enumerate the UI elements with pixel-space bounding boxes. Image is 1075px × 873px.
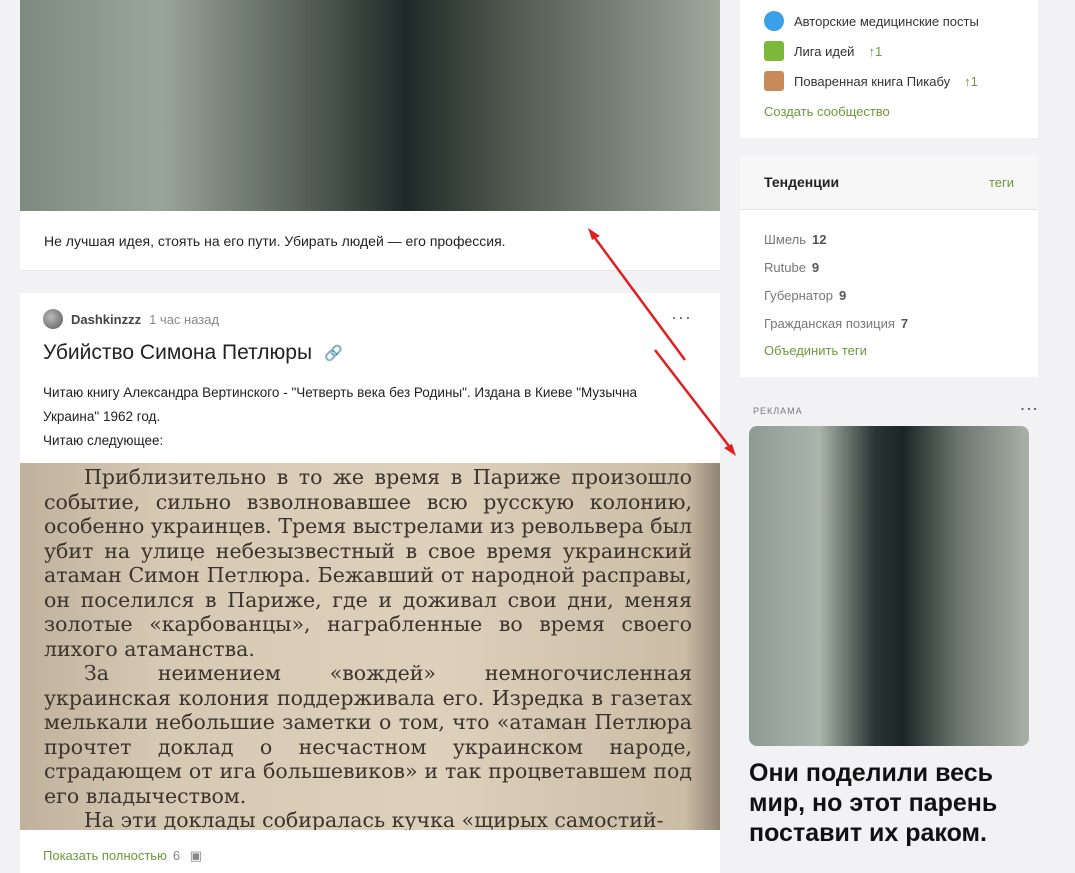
trend-tag[interactable]: Губернатор 9: [764, 288, 846, 303]
tag-count: 7: [900, 316, 909, 331]
photo-count: 6: [172, 848, 181, 863]
author-name[interactable]: Dashkinzzz: [71, 312, 141, 327]
tag-count: 9: [838, 288, 847, 303]
post-author[interactable]: Dashkinzzz 1 час назад: [43, 309, 219, 329]
story-image[interactable]: [20, 0, 720, 211]
trends-title: Тенденции: [764, 174, 840, 190]
more-options-button[interactable]: ···: [671, 307, 692, 328]
community-name[interactable]: Поваренная книга Пикабу: [794, 74, 950, 89]
trend-tag[interactable]: Гражданская позиция 7: [764, 316, 908, 331]
post-time: 1 час назад: [149, 311, 220, 327]
community-item[interactable]: Лига идей ↑1: [764, 41, 882, 61]
tag-name[interactable]: Гражданская позиция: [764, 316, 895, 331]
community-item[interactable]: Авторские медицинские посты: [764, 11, 979, 31]
post-card: Dashkinzzz 1 час назад ··· Убийство Симо…: [20, 293, 720, 873]
post-body: Читаю книгу Александра Вертинского - "Че…: [43, 381, 693, 453]
arrowhead-icon: [724, 444, 736, 456]
communities-card: Авторские медицинские посты Лига идей ↑1 …: [740, 0, 1038, 138]
scan-text: На эти доклады собиралась кучка «щирых с…: [84, 808, 664, 830]
community-badge: ↑1: [868, 43, 883, 59]
link-icon[interactable]: 🔗: [324, 344, 343, 362]
book-scan-image[interactable]: Приблизительно в то же время в Париже пр…: [20, 463, 720, 830]
post-title[interactable]: Убийство Симона Петлюры 🔗: [43, 341, 343, 365]
merge-tags-link[interactable]: Объединить теги: [764, 343, 867, 358]
community-name[interactable]: Авторские медицинские посты: [794, 14, 979, 29]
post-title-text[interactable]: Убийство Симона Петлюры: [43, 341, 312, 365]
trends-card: Тенденции теги Шмель 12 Rutube 9 Губернатор…: [740, 155, 1038, 377]
scan-text: За неимением «вождей» немногочисленная у…: [44, 661, 692, 808]
post-paragraph: Читаю книгу Александра Вертинского - "Че…: [43, 385, 638, 424]
ad-label: РЕКЛАМА: [753, 406, 803, 416]
tag-name[interactable]: Шмель: [764, 232, 806, 247]
medical-icon: [764, 11, 784, 31]
community-item[interactable]: Поваренная книга Пикабу ↑1: [764, 71, 978, 91]
tag-count: 9: [811, 260, 820, 275]
trend-tag[interactable]: Rutube 9: [764, 260, 819, 275]
show-full-link[interactable]: Показать полностью 6 ▣: [43, 848, 202, 864]
tag-count: 12: [812, 232, 827, 247]
community-badge: ↑1: [964, 73, 978, 89]
camera-icon: ▣: [189, 848, 202, 863]
tags-link[interactable]: теги: [989, 175, 1014, 190]
trend-tag[interactable]: Шмель 12: [764, 232, 826, 247]
community-name[interactable]: Лига идей: [794, 44, 854, 59]
scan-text: Приблизительно в то же время в Париже пр…: [44, 465, 692, 661]
tag-name[interactable]: Губернатор: [764, 288, 833, 303]
ad-headline[interactable]: Они поделили весь мир, но этот парень по…: [749, 758, 1049, 848]
ad-more-button[interactable]: ⋮: [1018, 400, 1040, 416]
tag-name[interactable]: Rutube: [764, 260, 806, 275]
lightbulb-icon: [764, 41, 784, 61]
avatar[interactable]: [43, 309, 63, 329]
show-full-label[interactable]: Показать полностью: [43, 848, 167, 863]
story-caption: Не лучшая идея, стоять на его пути. Убир…: [20, 211, 720, 271]
post-paragraph: Читаю следующее:: [43, 433, 164, 448]
cookbook-icon: [764, 71, 784, 91]
ad-image[interactable]: [749, 426, 1029, 746]
create-community-link[interactable]: Создать сообщество: [764, 104, 890, 119]
